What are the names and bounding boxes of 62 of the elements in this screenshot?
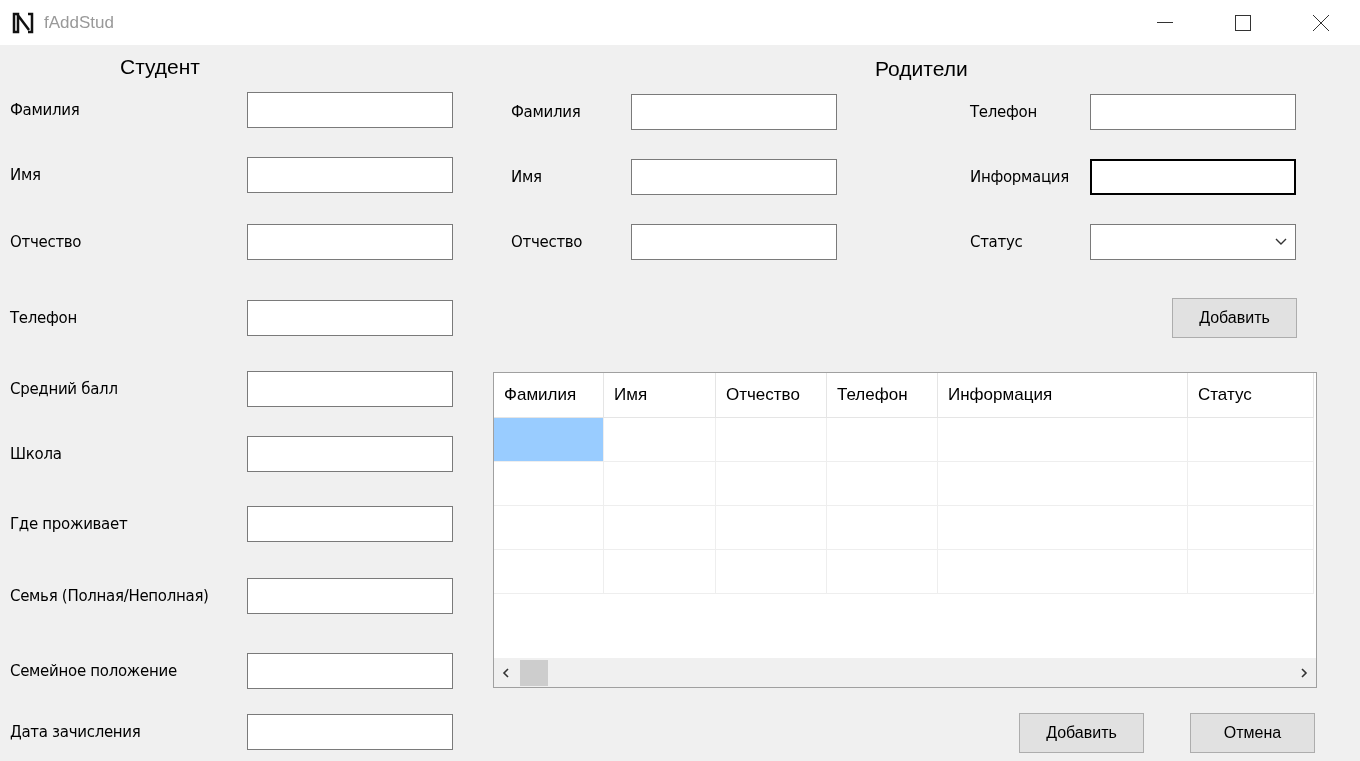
- table-cell[interactable]: [494, 550, 604, 594]
- column-header[interactable]: Информация: [938, 373, 1188, 418]
- field-label: Дата зачисления: [10, 723, 141, 741]
- field-label: Семья (Полная/Неполная): [10, 587, 209, 605]
- input-field[interactable]: [247, 371, 453, 407]
- dropdown-field[interactable]: [1090, 224, 1296, 260]
- scroll-left-icon[interactable]: [500, 666, 512, 679]
- column-header[interactable]: Телефон: [827, 373, 938, 418]
- field-label: Имя: [10, 166, 41, 184]
- input-field[interactable]: [631, 159, 837, 195]
- input-field[interactable]: [247, 578, 453, 614]
- caret-icon[interactable]: [1275, 238, 1287, 246]
- table-cell[interactable]: [494, 506, 604, 550]
- horizontal-scrollbar[interactable]: [494, 658, 1316, 687]
- close-icon[interactable]: [1313, 14, 1329, 31]
- table-cell[interactable]: [1188, 418, 1314, 462]
- column-header[interactable]: Статус: [1188, 373, 1314, 418]
- scroll-right-icon[interactable]: [1298, 666, 1310, 679]
- input-field[interactable]: [247, 714, 453, 750]
- table-cell[interactable]: [494, 418, 604, 462]
- window-title: fAddStud: [44, 12, 114, 33]
- app-icon: [12, 11, 34, 34]
- column-header[interactable]: Имя: [604, 373, 716, 418]
- input-field[interactable]: [1090, 159, 1296, 195]
- field-label: Телефон: [10, 309, 77, 327]
- input-field[interactable]: [247, 224, 453, 260]
- minimize-icon[interactable]: [1157, 21, 1173, 24]
- input-field[interactable]: [247, 506, 453, 542]
- table-cell[interactable]: [716, 418, 827, 462]
- field-label: Школа: [10, 445, 62, 463]
- add-button[interactable]: Добавить: [1019, 713, 1144, 753]
- field-label: Где проживает: [10, 515, 128, 533]
- table-cell[interactable]: [494, 462, 604, 506]
- input-field[interactable]: [247, 436, 453, 472]
- cancel-button[interactable]: Отмена: [1190, 713, 1315, 753]
- table-cell[interactable]: [604, 462, 716, 506]
- table-cell[interactable]: [827, 418, 938, 462]
- field-label: Семейное положение: [10, 662, 177, 680]
- input-field[interactable]: [247, 92, 453, 128]
- field-label: Статус: [970, 233, 1023, 251]
- input-field[interactable]: [247, 157, 453, 193]
- input-field[interactable]: [631, 224, 837, 260]
- field-label: Информация: [970, 168, 1070, 186]
- field-label: Фамилия: [10, 101, 80, 119]
- field-label: Фамилия: [511, 103, 581, 121]
- section-heading: Родители: [875, 57, 968, 80]
- field-label: Имя: [511, 168, 542, 186]
- table-cell[interactable]: [938, 418, 1188, 462]
- input-field[interactable]: [247, 300, 453, 336]
- column-header[interactable]: Отчество: [716, 373, 827, 418]
- field-label: Отчество: [10, 233, 82, 251]
- section-heading: Студент: [120, 55, 200, 78]
- field-label: Телефон: [970, 103, 1037, 121]
- input-field[interactable]: [631, 94, 837, 130]
- add-button[interactable]: Добавить: [1172, 298, 1297, 338]
- input-field[interactable]: [1090, 94, 1296, 130]
- scroll-thumb[interactable]: [520, 659, 548, 686]
- maximize-icon[interactable]: [1235, 14, 1251, 31]
- field-label: Отчество: [511, 233, 583, 251]
- field-label: Средний балл: [10, 380, 118, 398]
- table-cell[interactable]: [604, 418, 716, 462]
- input-field[interactable]: [247, 653, 453, 689]
